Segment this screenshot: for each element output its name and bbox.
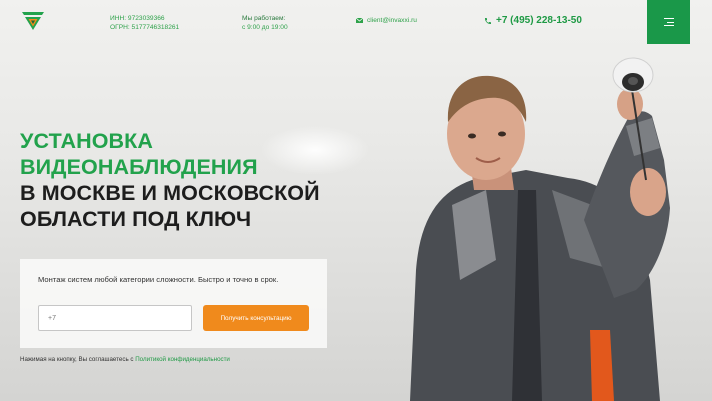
- hero-title-line-4: ОБЛАСТИ ПОД КЛЮЧ: [20, 207, 252, 231]
- phone-text: +7 (495) 228-13-50: [496, 15, 582, 26]
- get-consultation-button[interactable]: Получить консультацию: [203, 305, 309, 331]
- email-text: client@invaxxi.ru: [367, 17, 417, 24]
- ogrn-text: ОГРН: 5177746318261: [110, 24, 180, 31]
- technician-installing-camera-photo: [410, 57, 670, 401]
- consultation-form: Монтаж систем любой категории сложности.…: [20, 259, 327, 348]
- inn-text: ИНН: 9723039366: [110, 15, 165, 22]
- consent-text: Нажимая на кнопку, Вы соглашаетесь с Пол…: [20, 356, 230, 363]
- working-hours: Мы работаем: с 9:00 до 19:00: [242, 14, 288, 32]
- form-description: Монтаж систем любой категории сложности.…: [38, 275, 279, 284]
- phone-input[interactable]: [38, 305, 192, 331]
- envelope-icon: [356, 18, 363, 23]
- hours-value: с 9:00 до 19:00: [242, 24, 288, 31]
- company-legal-info: ИНН: 9723039366 ОГРН: 5177746318261: [110, 14, 179, 32]
- phone-link[interactable]: +7 (495) 228-13-50: [484, 15, 582, 26]
- v-logo-icon[interactable]: [22, 12, 44, 30]
- phone-icon: [485, 17, 491, 24]
- hours-label: Мы работаем:: [242, 15, 286, 22]
- hamburger-menu-icon: [663, 18, 674, 27]
- consent-prefix: Нажимая на кнопку, Вы соглашаетесь с: [20, 356, 136, 363]
- privacy-policy-link[interactable]: Политикой конфиденциальности: [135, 356, 230, 363]
- hero-title: УСТАНОВКА ВИДЕОНАБЛЮДЕНИЯ В МОСКВЕ И МОС…: [20, 128, 320, 232]
- hero-title-line-2: ВИДЕОНАБЛЮДЕНИЯ: [20, 155, 258, 179]
- hero-title-line-1: УСТАНОВКА: [20, 129, 153, 153]
- hero-title-line-3: В МОСКВЕ И МОСКОВСКОЙ: [20, 181, 320, 205]
- email-link[interactable]: client@invaxxi.ru: [356, 17, 417, 24]
